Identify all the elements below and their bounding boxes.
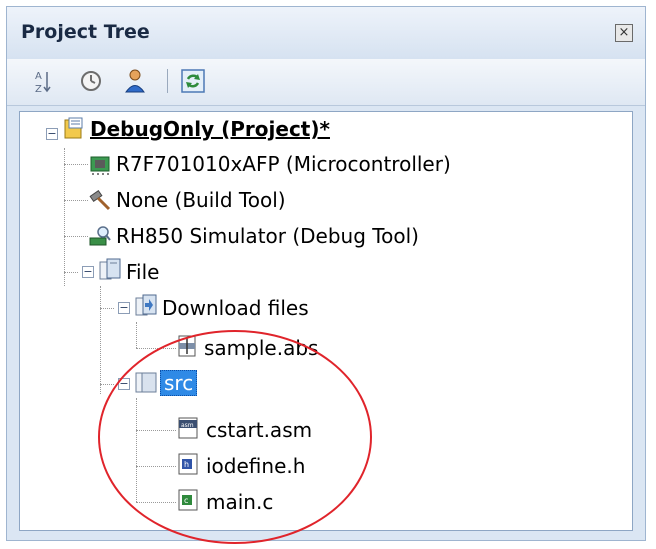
tree-connector	[64, 272, 78, 273]
download-files-icon	[135, 294, 157, 316]
toolbar-separator	[167, 69, 168, 93]
panel-titlebar: Project Tree ×	[7, 7, 645, 59]
tree-connector	[100, 308, 114, 309]
refresh-icon[interactable]	[179, 67, 207, 95]
toolbar: A Z	[7, 59, 645, 106]
member-icon[interactable]	[121, 67, 149, 95]
collapse-icon[interactable]: −	[46, 128, 58, 140]
microcontroller-node[interactable]: R7F701010xAFP (Microcontroller)	[116, 152, 451, 176]
hammer-icon	[89, 189, 111, 211]
file-category-node[interactable]: File	[126, 260, 159, 284]
svg-text:Z: Z	[35, 84, 42, 95]
highlight-circle	[98, 330, 372, 544]
tree-connector	[136, 322, 137, 348]
tree-connector	[100, 286, 101, 394]
sort-icon[interactable]: A Z	[29, 67, 57, 95]
debug-tool-icon	[89, 226, 111, 246]
panel-title: Project Tree	[21, 21, 150, 43]
debug-tool-node[interactable]: RH850 Simulator (Debug Tool)	[116, 224, 419, 248]
project-icon	[64, 117, 83, 139]
project-node[interactable]: DebugOnly (Project)*	[90, 117, 330, 141]
tree-connector	[64, 164, 88, 165]
tree-connector	[64, 148, 65, 286]
download-files-node[interactable]: Download files	[162, 296, 309, 320]
tree-connector	[64, 200, 88, 201]
collapse-icon[interactable]: −	[118, 302, 130, 314]
tree-connector	[100, 384, 114, 385]
close-icon[interactable]: ×	[615, 24, 633, 42]
collapse-icon[interactable]: −	[82, 266, 94, 278]
tree-connector	[64, 236, 88, 237]
build-tool-node[interactable]: None (Build Tool)	[116, 188, 286, 212]
file-category-icon	[99, 258, 121, 280]
svg-text:A: A	[35, 71, 42, 82]
microcontroller-icon	[90, 156, 110, 175]
property-icon[interactable]	[77, 67, 105, 95]
